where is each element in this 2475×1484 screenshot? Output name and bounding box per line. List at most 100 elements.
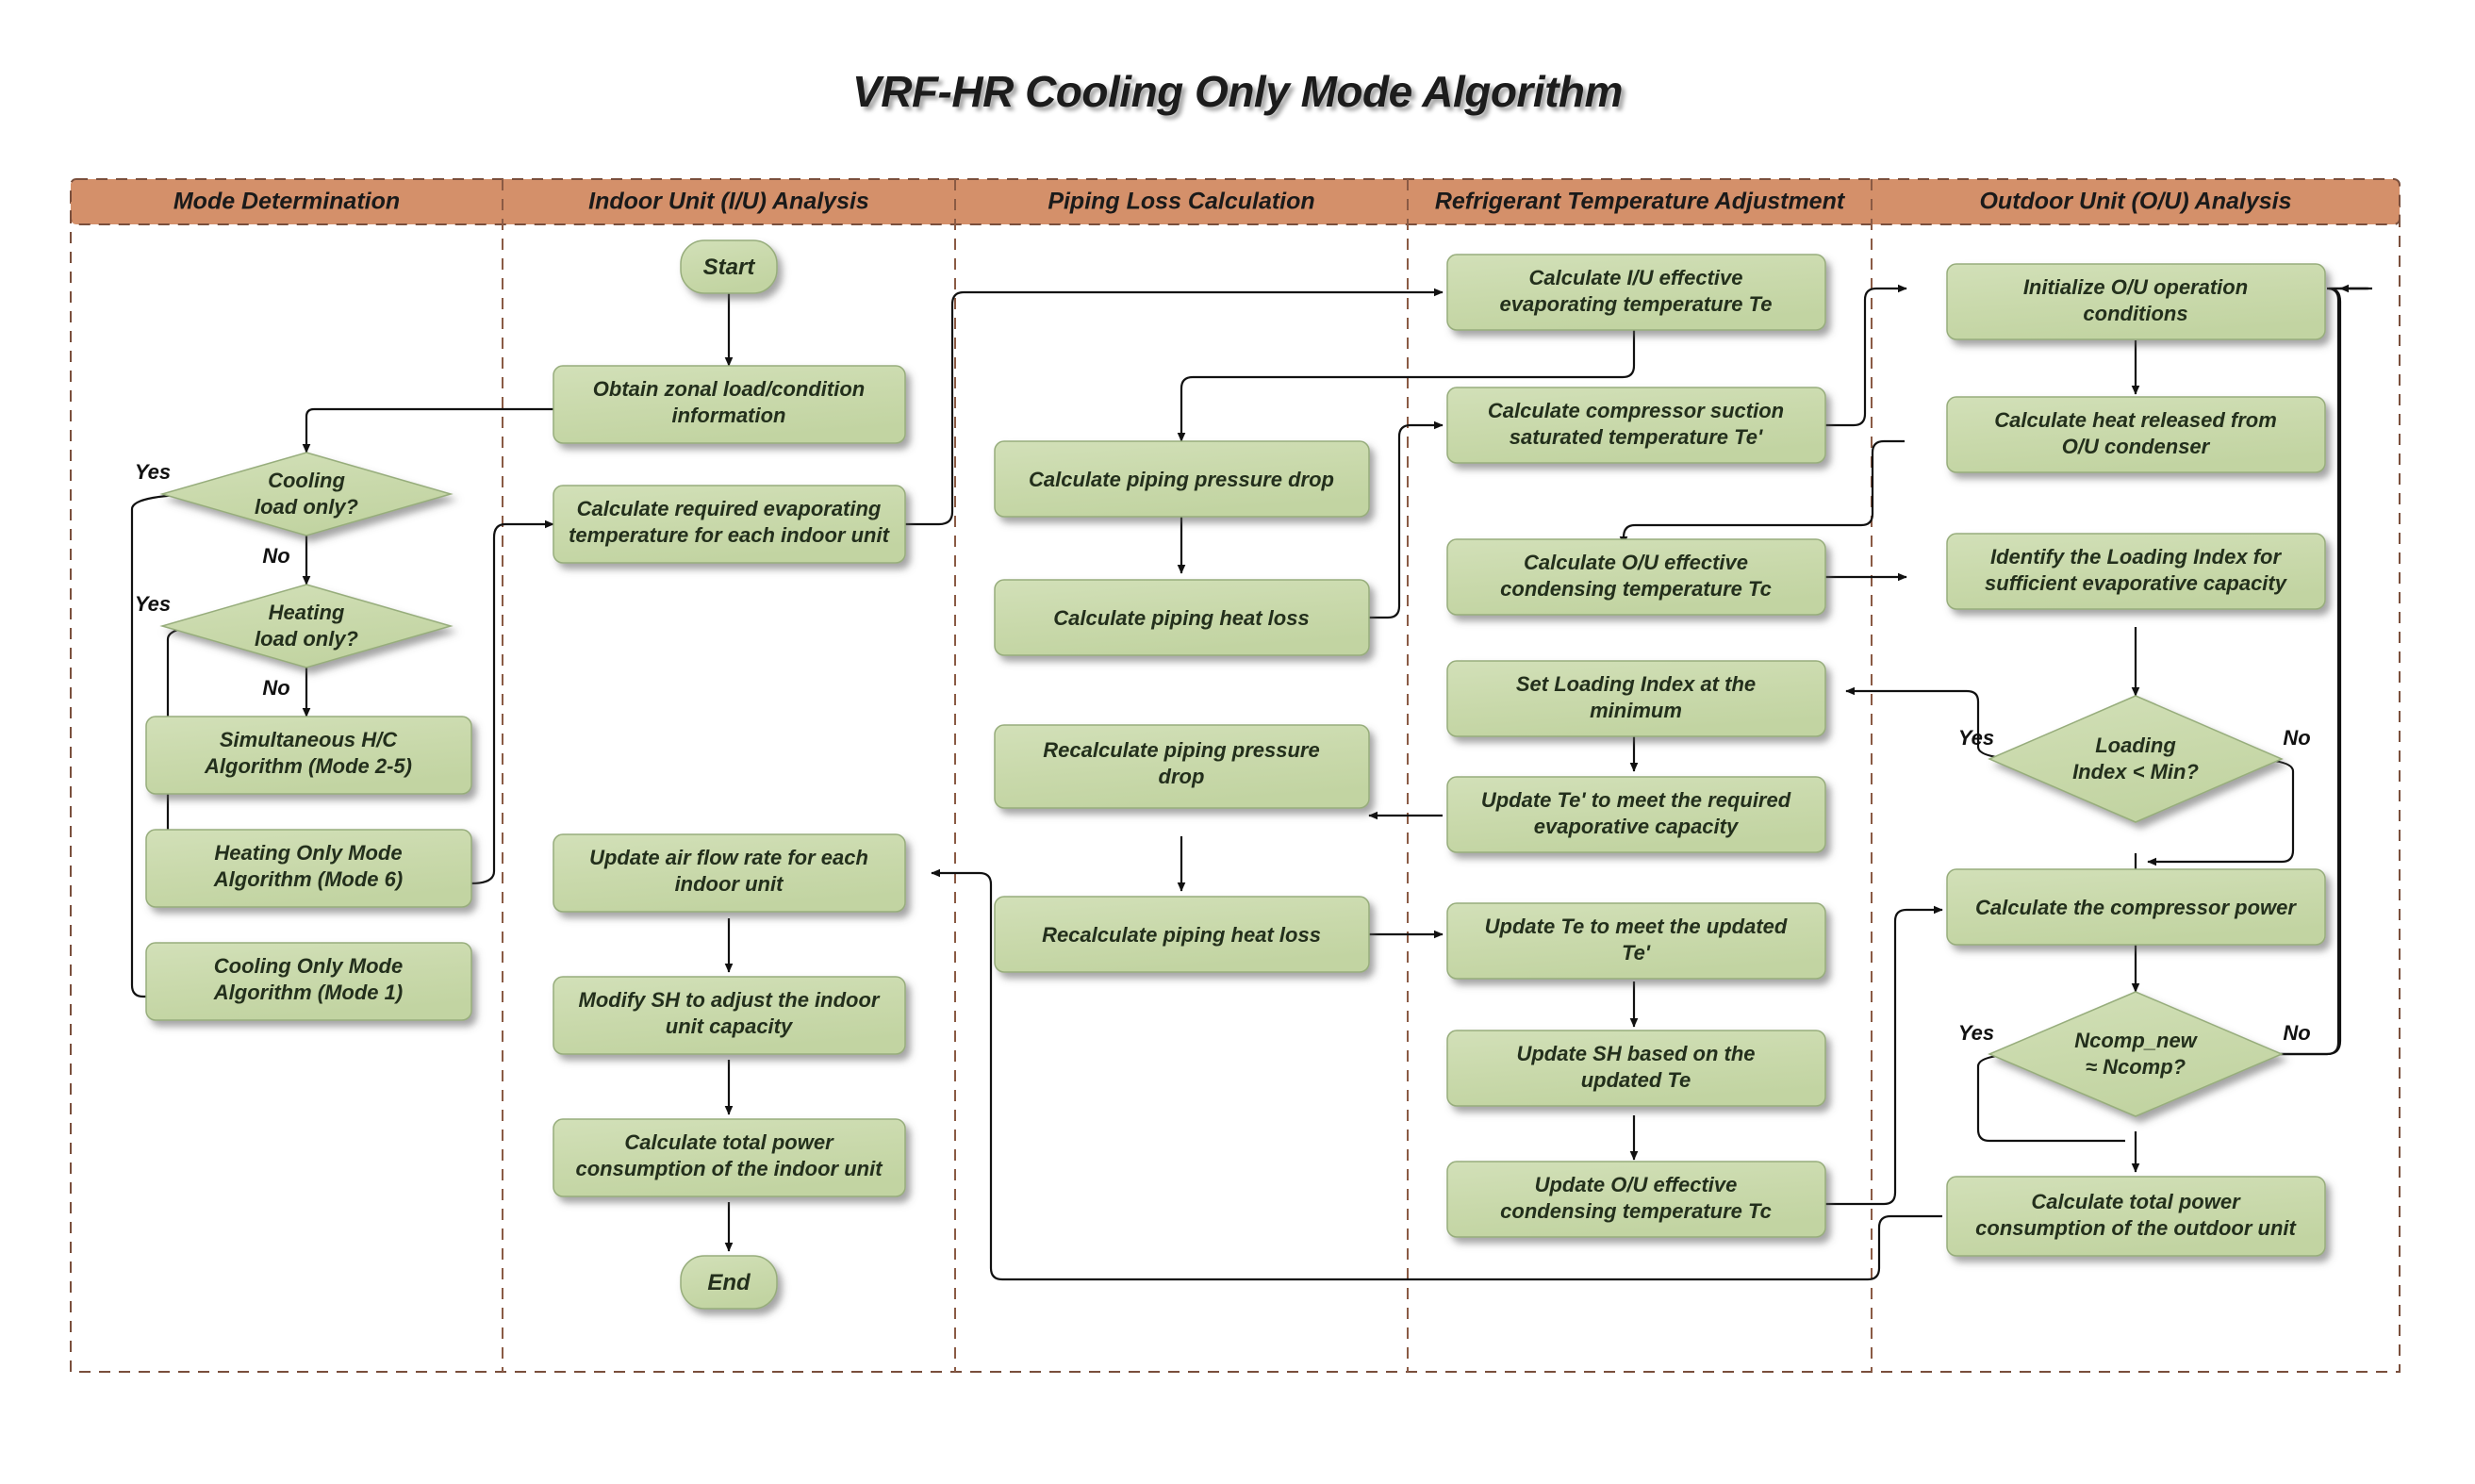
node-calc-ou-effective-tc[interactable]: Calculate O/U effective condensing tempe…	[1446, 538, 1826, 616]
outc-line1: Calculate O/U effective	[1524, 551, 1748, 574]
node-recalc-piping-heat-loss[interactable]: Recalculate piping heat loss	[994, 896, 1370, 973]
node-update-sh-updated-te[interactable]: Update SH based on the updated Te	[1446, 1030, 1826, 1107]
label-heating-no: No	[262, 676, 289, 700]
label-cooling-yes: Yes	[135, 460, 171, 484]
lane-header-outdoor-unit: Outdoor Unit (O/U) Analysis	[1979, 189, 2291, 215]
repipedp-line2: drop	[1159, 765, 1205, 788]
node-cooling-load-decision[interactable]: Cooling load only?	[159, 452, 454, 536]
setlimin-line1: Set Loading Index at the	[1516, 672, 1756, 696]
liminq-line1: Loading	[2095, 734, 2176, 757]
label-cooling-no: No	[262, 544, 289, 568]
node-recalc-piping-pressure-drop[interactable]: Recalculate piping pressure drop	[994, 724, 1370, 809]
comppower-line1: Calculate the compressor power	[1975, 896, 2297, 919]
heatcond-line2: O/U condenser	[2062, 435, 2211, 458]
node-update-tep-required-capacity[interactable]: Update Te' to meet the required evaporat…	[1446, 776, 1826, 853]
node-calc-required-evap-temp[interactable]: Calculate required evaporating temperatu…	[553, 485, 906, 564]
updateair-line2: indoor unit	[675, 872, 785, 896]
initou-line2: conditions	[2083, 302, 2187, 325]
node-ncomp-decision[interactable]: Ncomp_new ≈ Ncomp?	[1988, 991, 2284, 1117]
identifyli-line2: sufficient evaporative capacity	[1985, 571, 2288, 595]
cool-only-line2: Algorithm (Mode 1)	[213, 981, 403, 1004]
node-heating-load-decision[interactable]: Heating load only?	[159, 584, 454, 668]
edge-pipeheat-to-compsuction	[1369, 420, 1444, 619]
ncompq-line1: Ncomp_new	[2074, 1029, 2198, 1052]
cool-only-line1: Cooling Only Mode	[214, 954, 403, 978]
node-calc-compressor-suction-temp[interactable]: Calculate compressor suction saturated t…	[1446, 387, 1826, 464]
updatesh-line1: Update SH based on the	[1516, 1042, 1755, 1065]
edge-liyes-to-setlimin	[1845, 686, 2030, 761]
heating-decision-line2: load only?	[255, 627, 358, 651]
node-calc-piping-pressure-drop[interactable]: Calculate piping pressure drop	[994, 440, 1370, 518]
cooling-decision-line1: Cooling	[268, 469, 345, 492]
calcreqte-line2: temperature for each indoor unit	[569, 523, 890, 547]
lane-header-refrigerant: Refrigerant Temperature Adjustment	[1435, 189, 1846, 215]
updateair-line1: Update air flow rate for each	[589, 846, 868, 869]
identifyli-line1: Identify the Loading Index for	[1990, 545, 2282, 569]
node-obtain-zonal-info[interactable]: Obtain zonal load/condition information	[553, 365, 906, 444]
node-cooling-only-mode[interactable]: Cooling Only Mode Algorithm (Mode 1)	[145, 942, 472, 1021]
updatetc-line1: Update O/U effective	[1535, 1173, 1738, 1196]
node-initialize-ou-conditions[interactable]: Initialize O/U operation conditions	[1946, 263, 2326, 340]
node-identify-loading-index[interactable]: Identify the Loading Index for sufficien…	[1946, 533, 2326, 610]
modifysh-line2: unit capacity	[666, 1014, 794, 1038]
iute-line2: evaporating temperature Te	[1500, 292, 1773, 316]
pipeheat-line1: Calculate piping heat loss	[1053, 606, 1309, 630]
updatetep-line2: evaporative capacity	[1534, 815, 1740, 838]
iupower-line2: consumption of the indoor unit	[575, 1157, 883, 1180]
label-ncomp-yes: Yes	[1958, 1021, 1994, 1045]
node-ou-total-power[interactable]: Calculate total power consumption of the…	[1946, 1176, 2326, 1257]
compsuction-line1: Calculate compressor suction	[1488, 399, 1784, 422]
node-iu-total-power[interactable]: Calculate total power consumption of the…	[553, 1118, 906, 1197]
setlimin-line2: minimum	[1590, 699, 1682, 722]
decision-shape	[1988, 695, 2284, 823]
cooling-decision-line2: load only?	[255, 495, 358, 519]
outc-line2: condensing temperature Tc	[1500, 577, 1772, 601]
label-li-no: No	[2283, 726, 2310, 750]
end-label: End	[707, 1270, 751, 1295]
iute-line1: Calculate I/U effective	[1528, 266, 1742, 289]
node-set-loading-index-min[interactable]: Set Loading Index at the minimum	[1446, 660, 1826, 737]
decision-shape	[159, 584, 454, 668]
node-update-te-updated-tep[interactable]: Update Te to meet the updated Te'	[1446, 902, 1826, 980]
label-heating-yes: Yes	[135, 592, 171, 616]
heat-only-line1: Heating Only Mode	[214, 841, 402, 865]
edge-mode-to-calc-req-te	[470, 519, 554, 885]
decision-shape	[159, 452, 454, 536]
node-update-air-flow-rate[interactable]: Update air flow rate for each indoor uni…	[553, 833, 906, 913]
sim-hc-line2: Algorithm (Mode 2-5)	[204, 754, 412, 778]
ncompq-line2: ≈ Ncomp?	[2086, 1055, 2186, 1079]
node-calc-iu-effective-te[interactable]: Calculate I/U effective evaporating temp…	[1446, 254, 1826, 331]
pipedp-line1: Calculate piping pressure drop	[1029, 468, 1334, 491]
node-update-ou-effective-tc[interactable]: Update O/U effective condensing temperat…	[1446, 1161, 1826, 1238]
node-start[interactable]: Start	[680, 239, 778, 294]
node-modify-sh[interactable]: Modify SH to adjust the indoor unit capa…	[553, 976, 906, 1055]
initou-line1: Initialize O/U operation	[2023, 275, 2248, 299]
edge-updatetc-to-comppower	[1825, 905, 1943, 1206]
start-label: Start	[703, 255, 756, 280]
iupower-line1: Calculate total power	[624, 1130, 834, 1154]
modifysh-line1: Modify SH to adjust the indoor	[579, 988, 881, 1012]
liminq-line2: Index < Min?	[2072, 760, 2199, 783]
repipedp-line1: Recalculate piping pressure	[1043, 738, 1319, 762]
label-li-yes: Yes	[1958, 726, 1994, 750]
updatete-line2: Te'	[1622, 941, 1651, 965]
updatetep-line1: Update Te' to meet the required	[1481, 788, 1791, 812]
node-calc-compressor-power[interactable]: Calculate the compressor power	[1946, 868, 2326, 946]
oupower-line1: Calculate total power	[2031, 1190, 2241, 1213]
node-calc-heat-released-condenser[interactable]: Calculate heat released from O/U condens…	[1946, 396, 2326, 473]
lane-header-piping-loss: Piping Loss Calculation	[1048, 189, 1314, 215]
node-loading-index-min-decision[interactable]: Loading Index < Min?	[1988, 695, 2284, 823]
updatetc-line2: condensing temperature Tc	[1500, 1199, 1772, 1223]
updatete-line1: Update Te to meet the updated	[1485, 915, 1788, 938]
obtain-line2: information	[672, 404, 786, 427]
label-ncomp-no: No	[2283, 1021, 2310, 1045]
node-end[interactable]: End	[680, 1255, 778, 1310]
node-simultaneous-hc[interactable]: Simultaneous H/C Algorithm (Mode 2-5)	[145, 716, 472, 795]
heat-only-line2: Algorithm (Mode 6)	[213, 867, 403, 891]
heating-decision-line1: Heating	[269, 601, 345, 624]
node-heating-only-mode[interactable]: Heating Only Mode Algorithm (Mode 6)	[145, 829, 472, 908]
heatcond-line1: Calculate heat released from	[1994, 408, 2277, 432]
flowchart-svg: Mode Determination Indoor Unit (I/U) Ana…	[70, 178, 2401, 1373]
node-calc-piping-heat-loss[interactable]: Calculate piping heat loss	[994, 579, 1370, 656]
updatesh-line2: updated Te	[1581, 1068, 1691, 1092]
